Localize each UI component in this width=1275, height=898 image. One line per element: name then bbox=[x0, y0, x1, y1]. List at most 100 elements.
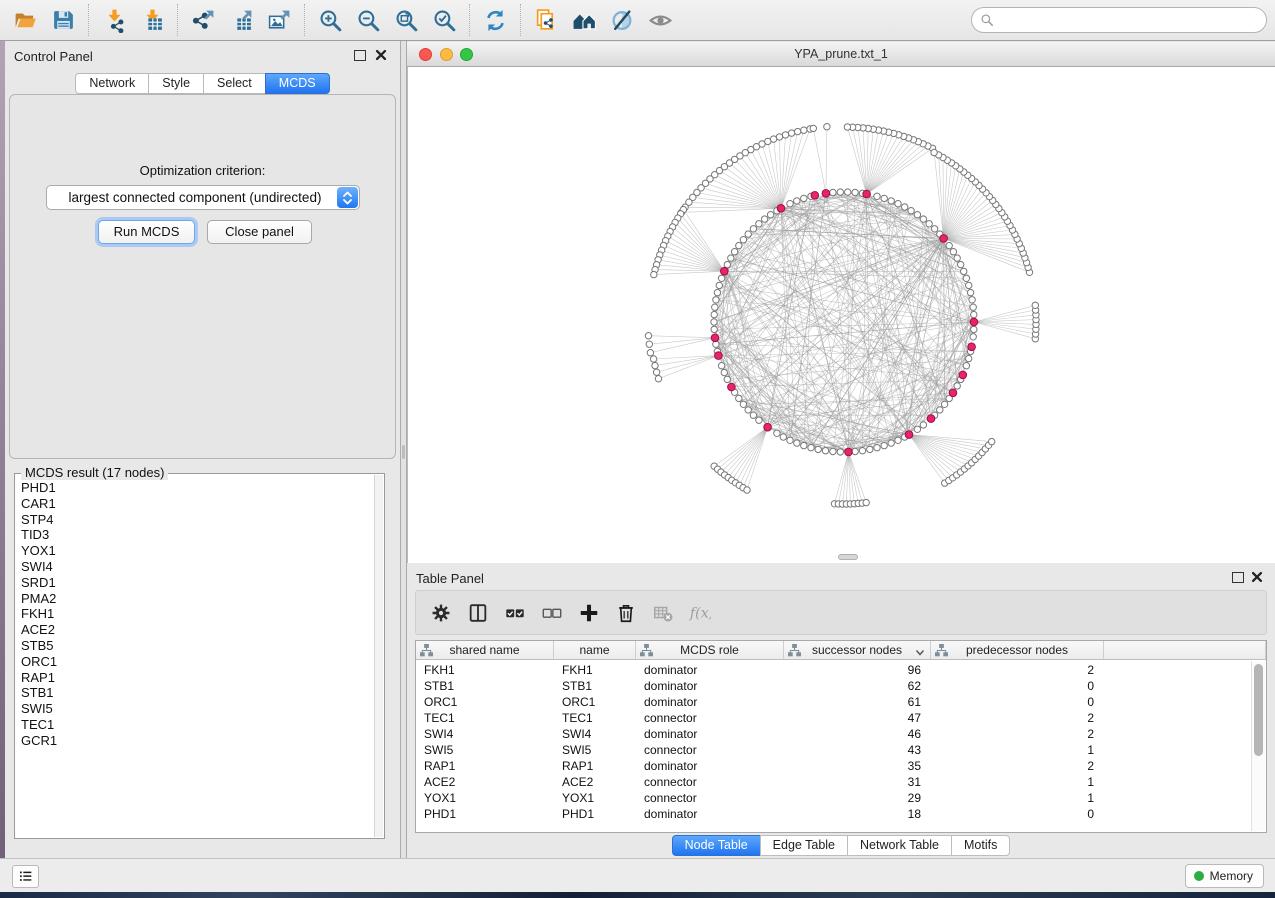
float-icon[interactable] bbox=[354, 50, 366, 61]
control-panel: Control Panel NetworkStyleSelectMCDS Opt… bbox=[5, 41, 400, 858]
vertical-splitter[interactable] bbox=[400, 41, 407, 858]
save-session-icon[interactable] bbox=[44, 3, 82, 37]
tab-style[interactable]: Style bbox=[148, 73, 204, 94]
memory-label: Memory bbox=[1210, 869, 1253, 883]
share-document-icon[interactable] bbox=[527, 3, 565, 37]
main-toolbar bbox=[0, 0, 1275, 41]
cell-name: STB1 bbox=[554, 678, 636, 694]
refresh-icon[interactable] bbox=[476, 3, 514, 37]
table-row[interactable]: YOX1YOX1connector291 bbox=[416, 790, 1250, 806]
zoom-selected-icon[interactable] bbox=[425, 3, 463, 37]
open-file-icon[interactable] bbox=[6, 3, 44, 37]
table-scrollbar-thumb[interactable] bbox=[1254, 664, 1263, 756]
houses-icon[interactable] bbox=[565, 3, 603, 37]
chevron-down-icon[interactable] bbox=[915, 646, 925, 655]
mcds-panel: Optimization criterion: largest connecte… bbox=[9, 94, 396, 459]
search-input[interactable] bbox=[971, 7, 1267, 33]
table-row[interactable]: FKH1FKH1dominator962 bbox=[416, 662, 1250, 678]
column-header-filler bbox=[1104, 641, 1266, 659]
table-row[interactable]: SWI4SWI4dominator462 bbox=[416, 726, 1250, 742]
cell-successor-nodes: 35 bbox=[784, 758, 931, 774]
float-icon[interactable] bbox=[1232, 572, 1244, 583]
cell-name: YOX1 bbox=[554, 790, 636, 806]
toolbar-group bbox=[304, 4, 469, 36]
close-icon[interactable] bbox=[374, 48, 388, 62]
result-list-scrollbar[interactable] bbox=[374, 475, 383, 837]
export-network-icon[interactable] bbox=[184, 3, 222, 37]
close-panel-button[interactable]: Close panel bbox=[207, 220, 312, 244]
cell-predecessor-nodes: 1 bbox=[931, 774, 1104, 790]
criterion-dropdown[interactable]: largest connected component (undirected) bbox=[46, 185, 360, 210]
show-panels-button[interactable] bbox=[12, 865, 39, 888]
add-icon[interactable] bbox=[570, 595, 607, 631]
cell-MCDS-role: dominator bbox=[636, 758, 784, 774]
table-row[interactable]: TEC1TEC1connector472 bbox=[416, 710, 1250, 726]
table-toolbar: f(x) bbox=[415, 590, 1267, 635]
network-graph[interactable] bbox=[408, 67, 1275, 563]
tab-node-table[interactable]: Node Table bbox=[672, 835, 761, 856]
cell-MCDS-role: dominator bbox=[636, 662, 784, 678]
close-icon[interactable] bbox=[1250, 570, 1264, 584]
tab-select[interactable]: Select bbox=[203, 73, 266, 94]
deselect-all-icon[interactable] bbox=[533, 595, 570, 631]
export-image-icon[interactable] bbox=[260, 3, 298, 37]
table-row[interactable]: ACE2ACE2connector311 bbox=[416, 774, 1250, 790]
network-member-nodes[interactable] bbox=[645, 124, 1039, 508]
columns-icon[interactable] bbox=[459, 595, 496, 631]
gear-icon[interactable] bbox=[422, 595, 459, 631]
result-node: CAR1 bbox=[21, 496, 374, 512]
cell-shared-name: ACE2 bbox=[416, 774, 554, 790]
table-row[interactable]: SWI5SWI5connector431 bbox=[416, 742, 1250, 758]
column-header-shared-name[interactable]: shared name bbox=[416, 641, 554, 659]
column-header-MCDS-role[interactable]: MCDS role bbox=[636, 641, 784, 659]
memory-button[interactable]: Memory bbox=[1185, 864, 1264, 888]
toolbar-group bbox=[520, 4, 685, 36]
column-header-label: predecessor nodes bbox=[966, 643, 1068, 657]
cell-MCDS-role: connector bbox=[636, 710, 784, 726]
search-icon bbox=[980, 13, 994, 27]
cell-name: SWI5 bbox=[554, 742, 636, 758]
column-header-successor-nodes[interactable]: successor nodes bbox=[784, 641, 931, 659]
table-row[interactable]: RAP1RAP1dominator352 bbox=[416, 758, 1250, 774]
cell-successor-nodes: 29 bbox=[784, 790, 931, 806]
network-view-canvas[interactable] bbox=[407, 67, 1275, 563]
style-off-icon[interactable] bbox=[603, 3, 641, 37]
select-all-icon[interactable] bbox=[496, 595, 533, 631]
criterion-dropdown-value: largest connected component (undirected) bbox=[47, 190, 337, 205]
table-row[interactable]: PHD1PHD1dominator180 bbox=[416, 806, 1250, 822]
tab-edge-table[interactable]: Edge Table bbox=[760, 835, 848, 856]
import-network-icon[interactable] bbox=[95, 3, 133, 37]
tab-motifs[interactable]: Motifs bbox=[951, 835, 1010, 856]
trash-icon[interactable] bbox=[607, 595, 644, 631]
table-row[interactable]: ORC1ORC1dominator610 bbox=[416, 694, 1250, 710]
application-window: Control Panel NetworkStyleSelectMCDS Opt… bbox=[0, 0, 1275, 898]
tab-network-table[interactable]: Network Table bbox=[847, 835, 952, 856]
tab-mcds[interactable]: MCDS bbox=[265, 73, 330, 94]
cell-successor-nodes: 62 bbox=[784, 678, 931, 694]
zoom-fit-icon[interactable] bbox=[387, 3, 425, 37]
column-header-name[interactable]: name bbox=[554, 641, 636, 659]
cell-shared-name: STB1 bbox=[416, 678, 554, 694]
table-row[interactable]: STB1STB1dominator620 bbox=[416, 678, 1250, 694]
run-mcds-button[interactable]: Run MCDS bbox=[98, 220, 195, 244]
eye-icon[interactable] bbox=[641, 3, 679, 37]
control-panel-header: Control Panel bbox=[5, 41, 400, 69]
cell-successor-nodes: 43 bbox=[784, 742, 931, 758]
zoom-out-icon[interactable] bbox=[349, 3, 387, 37]
result-node: SRD1 bbox=[21, 575, 374, 591]
tab-network[interactable]: Network bbox=[75, 73, 149, 94]
zoom-in-icon[interactable] bbox=[311, 3, 349, 37]
delete-table-icon bbox=[644, 595, 681, 631]
table-scrollbar[interactable] bbox=[1251, 661, 1265, 831]
export-table-icon[interactable] bbox=[222, 3, 260, 37]
mcds-result-list[interactable]: PHD1CAR1STP4TID3YOX1SWI4SRD1PMA2FKH1ACE2… bbox=[15, 476, 374, 837]
canvas-scroll-grip[interactable] bbox=[838, 554, 858, 560]
import-table-icon[interactable] bbox=[133, 3, 171, 37]
cell-successor-nodes: 18 bbox=[784, 806, 931, 822]
column-header-predecessor-nodes[interactable]: predecessor nodes bbox=[931, 641, 1104, 659]
result-node: GCR1 bbox=[21, 733, 374, 749]
splitter-grip[interactable] bbox=[402, 445, 405, 459]
network-titlebar[interactable]: YPA_prune.txt_1 bbox=[407, 42, 1275, 67]
memory-status-dot bbox=[1194, 871, 1204, 881]
table-header-row: shared namenameMCDS rolesuccessor nodes p… bbox=[416, 641, 1266, 660]
